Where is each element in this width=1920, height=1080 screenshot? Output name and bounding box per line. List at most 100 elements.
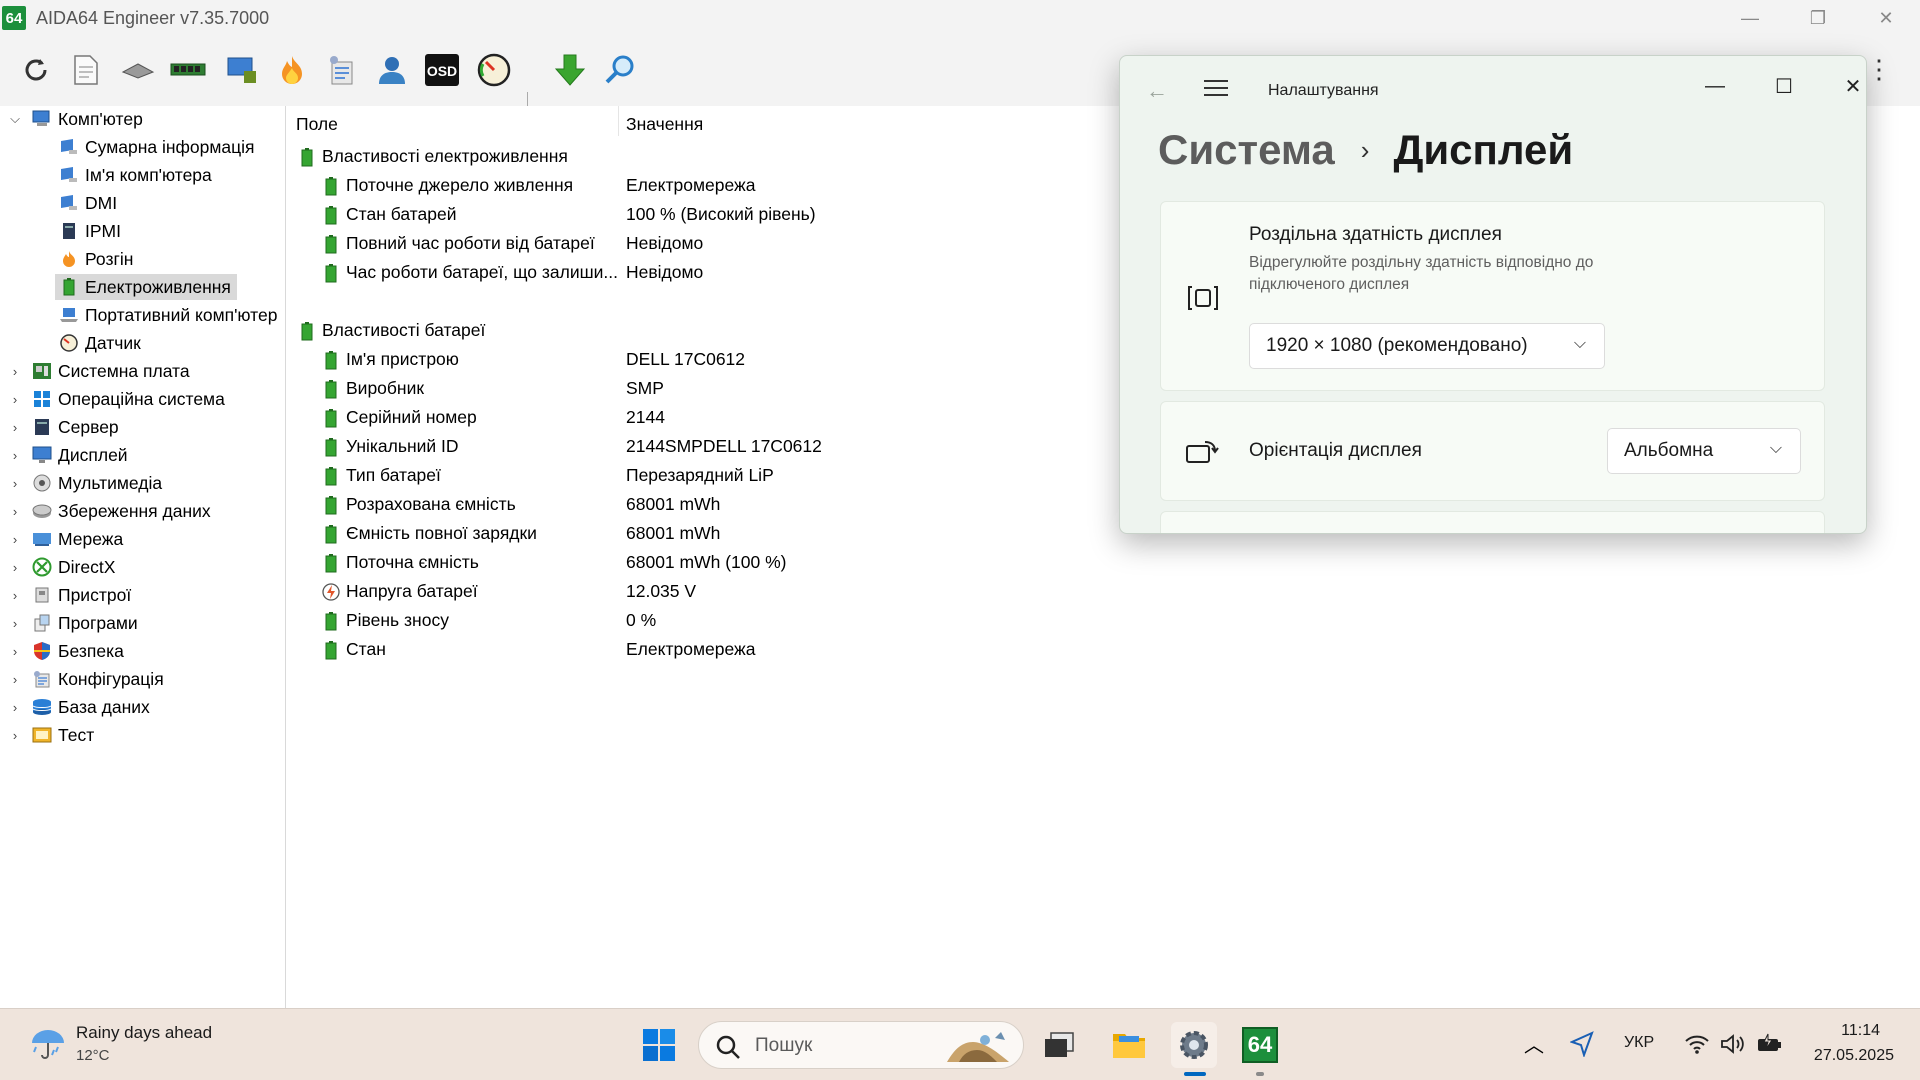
start-button[interactable] [636, 1022, 682, 1068]
expand-chevron-icon[interactable]: › [9, 448, 21, 463]
expand-chevron-icon[interactable]: › [9, 504, 21, 519]
disk-icon [32, 501, 52, 521]
tree-item-label: DMI [85, 192, 118, 213]
column-separator[interactable] [618, 106, 619, 136]
settings-maximize-button[interactable]: ☐ [1761, 68, 1807, 104]
column-header-value[interactable]: Значення [626, 114, 703, 135]
tree-item-ipmi[interactable]: IPMI [59, 218, 121, 244]
expand-chevron-icon[interactable]: › [9, 644, 21, 659]
expand-chevron-icon[interactable]: › [9, 728, 21, 743]
osd-button[interactable]: OSD [422, 50, 462, 90]
task-view-button[interactable] [1036, 1022, 1082, 1068]
tree-item-sensor[interactable]: Датчик [59, 330, 141, 356]
expand-chevron-icon[interactable]: › [9, 392, 21, 407]
tree-item-security[interactable]: Безпека [32, 638, 124, 664]
tree-item-server[interactable]: Сервер [32, 414, 119, 440]
battery-charging-icon[interactable] [1756, 1033, 1784, 1055]
tree-item-computer-name[interactable]: Ім'я комп'ютера [59, 162, 212, 188]
clock-date[interactable]: 27.05.2025 [1814, 1047, 1894, 1065]
config-button[interactable] [322, 50, 362, 90]
computer-small-icon [59, 165, 79, 185]
tree-item-database[interactable]: База даних [32, 694, 150, 720]
hamburger-menu-icon[interactable] [1204, 80, 1228, 98]
server-icon [32, 417, 52, 437]
breadcrumb-parent-link[interactable]: Система [1158, 126, 1335, 174]
tree-item-network[interactable]: Мережа [32, 526, 123, 552]
taskbar-search-box[interactable]: Пошук [698, 1021, 1024, 1069]
volume-icon[interactable] [1720, 1033, 1748, 1055]
download-update-button[interactable] [550, 50, 590, 90]
tree-item-devices[interactable]: Пристрої [32, 582, 131, 608]
file-explorer-button[interactable] [1106, 1022, 1152, 1068]
expand-chevron-icon[interactable]: › [9, 420, 21, 435]
memory-button[interactable] [168, 50, 208, 90]
expand-chevron-icon[interactable]: › [9, 588, 21, 603]
refresh-button[interactable] [16, 50, 56, 90]
sensor-gauge-button[interactable] [474, 50, 514, 90]
tree-item-portable[interactable]: Портативний комп'ютер [59, 302, 277, 328]
folder-icon [1113, 1034, 1145, 1058]
orientation-dropdown[interactable]: Альбомна ⌵ [1607, 428, 1801, 474]
input-language-indicator[interactable]: УКР [1624, 1034, 1654, 1052]
settings-close-button[interactable]: ✕ [1830, 68, 1866, 104]
tree-item-test[interactable]: Тест [32, 722, 94, 748]
resolution-dropdown[interactable]: 1920 × 1080 (рекомендовано) ⌵ [1249, 323, 1605, 369]
tree-item-label: База даних [58, 696, 150, 717]
restore-button[interactable]: ❐ [1784, 0, 1852, 36]
tree-item-configuration[interactable]: Конфігурація [32, 666, 164, 692]
table-row[interactable]: Рівень зносу 0 % [288, 606, 1288, 635]
tree-item-label: Мережа [58, 528, 124, 549]
user-button[interactable] [372, 50, 412, 90]
expand-chevron-icon[interactable]: › [9, 672, 21, 687]
more-options-icon[interactable]: ⋮ [1866, 54, 1892, 85]
location-arrow-icon[interactable] [1570, 1031, 1594, 1057]
tree-item-label: Мультимедіа [58, 472, 163, 493]
expand-chevron-icon[interactable]: › [9, 616, 21, 631]
table-row[interactable]: Стан Електромережа [288, 635, 1288, 664]
expand-chevron-icon[interactable]: › [9, 532, 21, 547]
show-hidden-icons-chevron-icon[interactable]: ︿ [1524, 1029, 1544, 1058]
tree-item-directx[interactable]: DirectX [32, 554, 115, 580]
search-tool-button[interactable] [600, 50, 640, 90]
column-header-field[interactable]: Поле [296, 114, 338, 135]
minimize-button[interactable]: — [1716, 0, 1784, 36]
expand-chevron-icon[interactable]: › [9, 560, 21, 575]
tree-item-motherboard[interactable]: Системна плата [32, 358, 190, 384]
tree-item-summary[interactable]: Сумарна інформація [59, 134, 255, 160]
aida64-taskbar-button[interactable]: 64 [1237, 1022, 1283, 1068]
weather-title[interactable]: Rainy days ahead [76, 1023, 212, 1043]
tree-item-dmi[interactable]: DMI [59, 190, 117, 216]
tree-item-programs[interactable]: Програми [32, 610, 138, 636]
report-button[interactable] [66, 50, 106, 90]
close-button[interactable]: ✕ [1852, 0, 1920, 36]
table-row[interactable]: Напруга батареї 12.035 V [288, 577, 1288, 606]
collapse-chevron-icon[interactable]: ⌵ [9, 111, 21, 126]
computer-button[interactable] [222, 50, 262, 90]
expand-chevron-icon[interactable]: › [9, 476, 21, 491]
settings-minimize-button[interactable]: — [1692, 68, 1738, 104]
overclock-button[interactable] [272, 50, 312, 90]
tree-item-os[interactable]: Операційна система [32, 386, 225, 412]
tree-item-overclock[interactable]: Розгін [59, 246, 133, 272]
tree-item-label: Тест [58, 724, 95, 745]
tree-item-computer[interactable]: Комп'ютер [32, 106, 143, 132]
tree-item-multimedia[interactable]: Мультимедіа [32, 470, 162, 496]
wifi-icon[interactable] [1684, 1033, 1710, 1055]
rain-umbrella-icon[interactable] [28, 1023, 68, 1063]
settings-app-title: Налаштування [1268, 82, 1379, 99]
windows-logo-icon [643, 1029, 675, 1061]
settings-app-button[interactable] [1171, 1022, 1217, 1068]
tree-item-display[interactable]: Дисплей [32, 442, 128, 468]
clock-time[interactable]: 11:14 [1841, 1022, 1880, 1040]
task-view-icon [1045, 1032, 1074, 1057]
tree-item-storage[interactable]: Збереження даних [32, 498, 211, 524]
expand-chevron-icon[interactable]: › [9, 700, 21, 715]
resolution-description: Відрегулюйте роздільну здатність відпові… [1249, 254, 1594, 293]
gear-icon [1180, 1031, 1208, 1059]
motherboard-button[interactable] [118, 50, 158, 90]
chevron-down-icon: ⌵ [1573, 335, 1586, 352]
back-arrow-icon[interactable]: ← [1146, 78, 1168, 104]
tree-item-power[interactable]: Електроживлення [55, 274, 237, 300]
table-row[interactable]: Поточна ємність 68001 mWh (100 %) [288, 548, 1288, 577]
expand-chevron-icon[interactable]: › [9, 364, 21, 379]
